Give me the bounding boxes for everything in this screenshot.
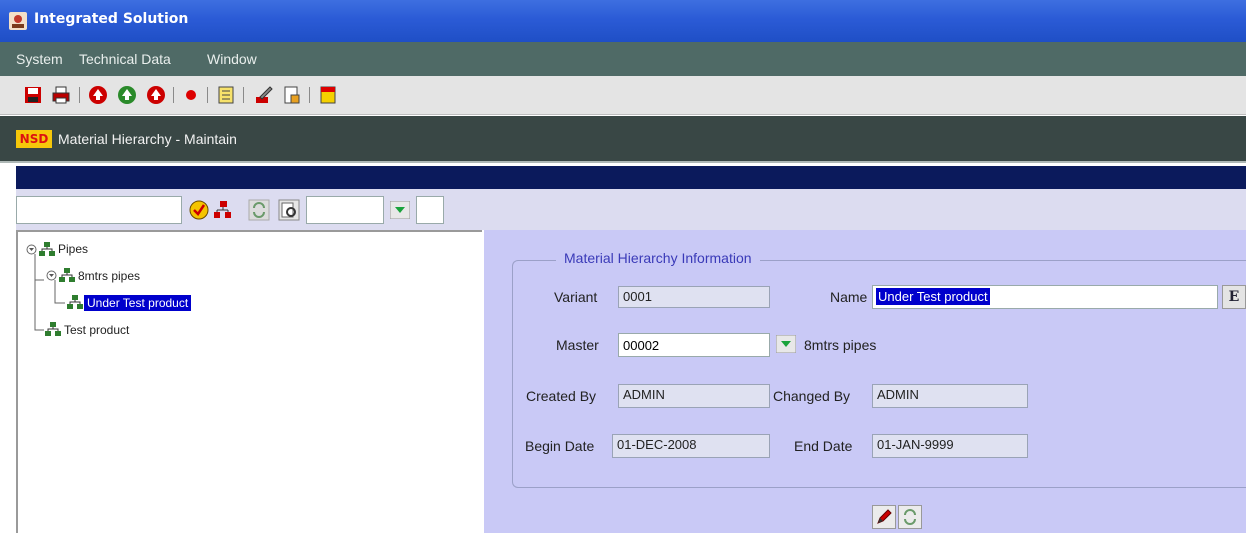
check-icon[interactable]: [188, 199, 210, 221]
begin-date-label: Begin Date: [525, 438, 595, 454]
query-icon[interactable]: [282, 85, 302, 105]
changed-by-label: Changed By: [773, 388, 851, 404]
record-dot-icon[interactable]: [181, 85, 201, 105]
hierarchy-node-icon: [39, 242, 55, 256]
name-field[interactable]: Under Test product: [872, 285, 1218, 309]
menu-system[interactable]: System: [16, 51, 63, 67]
collapse-toggle-icon[interactable]: [26, 244, 37, 255]
toolbar-separator: [173, 87, 174, 103]
master-description: 8mtrs pipes: [804, 337, 877, 353]
toolbar-separator: [79, 87, 80, 103]
title-bar: Integrated Solution: [0, 0, 1246, 42]
variant-label: Variant: [554, 289, 598, 305]
tree-node-8mtrs-pipes[interactable]: 8mtrs pipes: [78, 269, 140, 283]
app-icon: [9, 12, 27, 30]
form-title: Material Hierarchy - Maintain: [58, 131, 237, 147]
created-by-field[interactable]: ADMIN: [618, 384, 770, 408]
toolbar-separator: [207, 87, 208, 103]
dropdown-arrow-icon[interactable]: [390, 201, 410, 219]
hierarchy-node-icon: [67, 295, 83, 309]
master-label: Master: [556, 337, 599, 353]
master-input[interactable]: [618, 333, 770, 357]
end-date-label: End Date: [794, 438, 853, 454]
hierarchy-node-icon: [59, 268, 75, 282]
record-insert-icon[interactable]: [117, 85, 137, 105]
name-editor-button[interactable]: E: [1222, 285, 1246, 309]
record-up-icon[interactable]: [88, 85, 108, 105]
nsd-logo: NSD: [16, 130, 52, 148]
refresh-icon[interactable]: [248, 199, 270, 221]
preview-icon[interactable]: [278, 199, 300, 221]
search-input[interactable]: [16, 196, 182, 224]
record-next-icon[interactable]: [146, 85, 166, 105]
print-icon[interactable]: [51, 85, 71, 105]
variant-field[interactable]: 0001: [618, 286, 770, 308]
changed-by-field[interactable]: ADMIN: [872, 384, 1028, 408]
hierarchy-tree: Pipes 8mtrs pipes Under Test product Tes…: [16, 230, 482, 533]
toolbar-separator: [309, 87, 310, 103]
tree-node-test-product[interactable]: Test product: [64, 323, 129, 337]
list-icon[interactable]: [216, 85, 236, 105]
menu-window[interactable]: Window: [207, 51, 257, 67]
tree-node-under-test-product[interactable]: Under Test product: [84, 295, 192, 311]
extra-input[interactable]: [416, 196, 444, 224]
name-field-selected-text: Under Test product: [876, 288, 990, 305]
save-icon[interactable]: [23, 85, 43, 105]
edit-icon[interactable]: [872, 505, 896, 529]
window-title: Integrated Solution: [34, 11, 189, 27]
collapse-toggle-icon[interactable]: [46, 270, 57, 281]
group-title: Material Hierarchy Information: [556, 250, 760, 266]
status-strip: [16, 166, 1246, 189]
tree-node-pipes[interactable]: Pipes: [58, 242, 88, 256]
edit-pencil-icon[interactable]: [254, 85, 274, 105]
hierarchy-sort-icon[interactable]: [212, 199, 234, 221]
exit-icon[interactable]: [318, 85, 338, 105]
menu-bar: System Technical Data Window: [0, 42, 1246, 76]
hierarchy-node-icon: [45, 322, 61, 336]
refresh-button-icon[interactable]: [898, 505, 922, 529]
toolbar: [0, 76, 1246, 115]
begin-date-field[interactable]: 01-DEC-2008: [612, 434, 770, 458]
created-by-label: Created By: [526, 388, 597, 404]
master-dropdown-icon[interactable]: [776, 335, 796, 353]
toolbar-separator: [243, 87, 244, 103]
menu-technical-data[interactable]: Technical Data: [79, 51, 171, 67]
name-label: Name: [830, 289, 868, 305]
combo-input[interactable]: [306, 196, 384, 224]
end-date-field[interactable]: 01-JAN-9999: [872, 434, 1028, 458]
